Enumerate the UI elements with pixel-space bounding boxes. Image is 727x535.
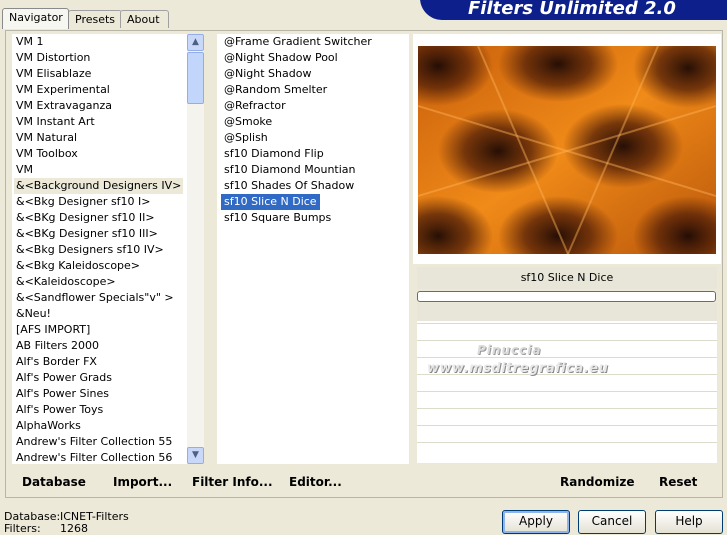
filter-item[interactable]: @Splish	[221, 130, 271, 146]
category-item[interactable]: VM Toolbox	[14, 146, 80, 162]
parameter-row	[417, 408, 717, 424]
filter-list[interactable]: @Frame Gradient Switcher @Night Shadow Po…	[217, 34, 409, 464]
tab-navigator[interactable]: Navigator	[2, 8, 69, 29]
category-item[interactable]: Alf's Border FX	[14, 354, 99, 370]
filter-item[interactable]: sf10 Square Bumps	[221, 210, 334, 226]
reset-button[interactable]: Reset	[659, 474, 697, 490]
category-item[interactable]: Andrew's Filter Collection 56	[14, 450, 174, 464]
filter-item[interactable]: sf10 Diamond Mountian	[221, 162, 359, 178]
category-item[interactable]: VM Natural	[14, 130, 79, 146]
category-item[interactable]: VM Distortion	[14, 50, 92, 66]
filter-name-label: sf10 Slice N Dice	[520, 271, 614, 284]
help-button[interactable]: Help	[655, 510, 723, 534]
tab-presets[interactable]: Presets	[68, 10, 122, 28]
category-item[interactable]: AB Filters 2000	[14, 338, 101, 354]
category-item[interactable]: Andrew's Filter Collection 55	[14, 434, 174, 450]
app-title: Filters Unlimited 2.0	[468, 0, 676, 19]
filter-item[interactable]: sf10 Diamond Flip	[221, 146, 327, 162]
category-item[interactable]: VM Instant Art	[14, 114, 97, 130]
filter-item[interactable]: sf10 Shades Of Shadow	[221, 178, 357, 194]
category-item[interactable]: &Neu!	[14, 306, 53, 322]
tab-about[interactable]: About	[120, 10, 169, 28]
category-item[interactable]: &<Kaleidoscope>	[14, 274, 118, 290]
scroll-down-arrow-icon[interactable]: ▼	[187, 447, 204, 464]
import-button[interactable]: Import...	[113, 474, 172, 490]
category-item[interactable]: VM Experimental	[14, 82, 112, 98]
category-item[interactable]: VM Elisablaze	[14, 66, 93, 82]
parameter-row	[417, 391, 717, 407]
watermark-name: Pinuccia	[477, 343, 542, 357]
parameter-header	[417, 303, 717, 321]
category-item[interactable]: VM	[14, 162, 35, 178]
category-scrollbar[interactable]: ▲ ▼	[187, 34, 204, 464]
scroll-up-arrow-icon[interactable]: ▲	[187, 34, 204, 51]
filter-info-button[interactable]: Filter Info...	[192, 474, 273, 490]
parameter-area: Pinuccia www.msditregrafica.eu	[417, 303, 717, 463]
category-item[interactable]: &<Background Designers IV>	[14, 178, 184, 194]
category-item[interactable]: [AFS IMPORT]	[14, 322, 92, 338]
category-item[interactable]: &<Sandflower Specials"v" >	[14, 290, 176, 306]
category-item[interactable]: &<Bkg Designers sf10 IV>	[14, 242, 166, 258]
filter-item[interactable]: sf10 Slice N Dice	[221, 194, 320, 210]
preview-image	[418, 46, 716, 254]
filter-item[interactable]: @Refractor	[221, 98, 289, 114]
filter-name-bar: sf10 Slice N Dice	[417, 267, 717, 289]
apply-button[interactable]: Apply	[502, 510, 570, 534]
cancel-button[interactable]: Cancel	[578, 510, 646, 534]
title-banner: Filters Unlimited 2.0	[420, 0, 727, 20]
progress-bar	[417, 291, 716, 302]
category-item[interactable]: &<BKg Designer sf10 II>	[14, 210, 157, 226]
category-item[interactable]: Alf's Power Grads	[14, 370, 114, 386]
category-item[interactable]: Alf's Power Toys	[14, 402, 105, 418]
parameter-row	[417, 374, 717, 390]
category-item[interactable]: &<Bkg Designer sf10 I>	[14, 194, 153, 210]
parameter-row	[417, 323, 717, 339]
category-item[interactable]: &<BKg Designer sf10 III>	[14, 226, 160, 242]
filter-item[interactable]: @Night Shadow Pool	[221, 50, 341, 66]
filter-item[interactable]: @Frame Gradient Switcher	[221, 34, 375, 50]
filter-item[interactable]: @Smoke	[221, 114, 275, 130]
category-item[interactable]: AlphaWorks	[14, 418, 83, 434]
database-button[interactable]: Database	[22, 474, 86, 490]
filter-item[interactable]: @Random Smelter	[221, 82, 330, 98]
scroll-thumb[interactable]	[187, 52, 204, 104]
watermark-url: www.msditregrafica.eu	[427, 361, 609, 376]
parameter-row	[417, 425, 717, 441]
category-item[interactable]: VM Extravaganza	[14, 98, 114, 114]
category-item[interactable]: VM 1	[14, 34, 46, 50]
category-item[interactable]: Alf's Power Sines	[14, 386, 111, 402]
editor-button[interactable]: Editor...	[289, 474, 342, 490]
randomize-button[interactable]: Randomize	[560, 474, 634, 490]
filter-item[interactable]: @Night Shadow	[221, 66, 314, 82]
parameter-row	[417, 442, 717, 458]
category-item[interactable]: &<Bkg Kaleidoscope>	[14, 258, 142, 274]
category-list[interactable]: VM 1 VM Distortion VM Elisablaze VM Experim…	[12, 34, 187, 464]
